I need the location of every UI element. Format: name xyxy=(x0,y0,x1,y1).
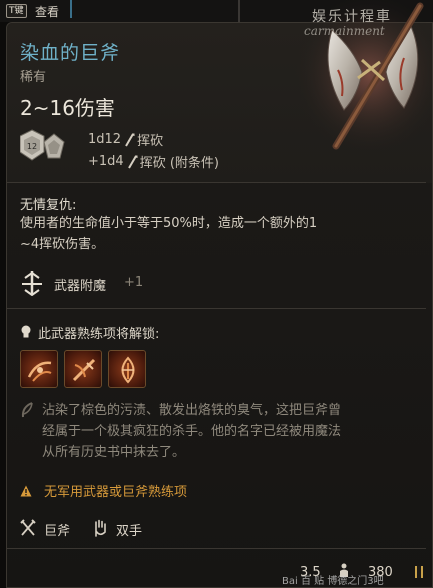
damage-dice: +1d4 xyxy=(88,154,124,169)
proficiency-unlock-label: 此武器熟练项将解锁: xyxy=(38,327,160,342)
damage-row-2: +1d4 挥砍 (附条件) xyxy=(88,152,219,171)
lore-line: 经属于一个极其疯狂的杀手。他的名字已经被用魔法 xyxy=(42,424,342,439)
section-divider xyxy=(6,308,426,309)
key-hint-badge: T键 xyxy=(6,4,27,18)
baidu-watermark: Bai 百 贴 博德之门3吧 xyxy=(282,572,384,587)
lore-line: 沾染了棕色的污渍、散发出烙铁的臭气，这把巨斧曾 xyxy=(42,403,342,418)
lore-line: 从所有历史书中抹去了。 xyxy=(42,445,186,460)
feather-icon xyxy=(21,402,33,418)
forum-mark: 博德之门3吧 xyxy=(327,576,384,587)
weapon-action-2-icon[interactable] xyxy=(64,350,102,388)
damage-row-1: 1d12 挥砍 xyxy=(88,130,163,149)
slot-edge xyxy=(70,0,80,18)
proficiency-warning: 无军用武器或巨斧熟练项 xyxy=(44,485,188,500)
weapon-category-tag: 巨斧 xyxy=(44,524,71,539)
watermark-title: 娱乐计程車 xyxy=(312,9,392,25)
slashing-icon xyxy=(125,132,135,147)
damage-type: 挥砍 (附条件) xyxy=(139,156,219,171)
watermark-subtitle: carmainment xyxy=(304,24,385,38)
crossed-axes-icon xyxy=(20,519,36,536)
item-rarity: 稀有 xyxy=(20,70,47,85)
view-label[interactable]: 查看 xyxy=(35,3,59,20)
item-name: 染血的巨斧 xyxy=(20,42,121,64)
damage-type: 挥砍 xyxy=(137,134,164,149)
weapon-action-1-icon[interactable] xyxy=(20,350,58,388)
section-divider xyxy=(6,548,426,549)
hand-icon xyxy=(95,519,106,537)
handedness-tag: 双手 xyxy=(116,524,143,539)
damage-dice-icon: 12 xyxy=(20,129,65,161)
top-divider xyxy=(238,0,240,22)
passive-text-line2: ~4挥砍伤害。 xyxy=(20,237,105,252)
passive-title: 无情复仇: xyxy=(20,198,77,213)
dice-badge-value: 12 xyxy=(27,142,37,151)
baidu-mark: Bai 百 贴 xyxy=(282,576,325,587)
damage-dice: 1d12 xyxy=(88,132,122,147)
gold-coin-icon xyxy=(415,566,423,578)
item-lore-text: 沾染了棕色的污渍、散发出烙铁的臭气，这把巨斧曾 经属于一个极其疯狂的杀手。他的名… xyxy=(42,400,417,463)
slashing-icon xyxy=(127,154,138,169)
weapon-action-3-icon[interactable] xyxy=(108,350,146,388)
enchantment-icon xyxy=(22,271,42,296)
lightbulb-icon xyxy=(21,325,31,338)
enchantment-bonus: +1 xyxy=(124,275,144,290)
section-divider xyxy=(6,182,426,183)
warning-icon xyxy=(20,485,32,497)
item-damage-range: 2~16伤害 xyxy=(20,96,115,120)
enchantment-label: 武器附魔 xyxy=(54,279,107,294)
passive-text-line1: 使用者的生命值小于等于50%时，造成一个额外的1 xyxy=(20,216,318,231)
